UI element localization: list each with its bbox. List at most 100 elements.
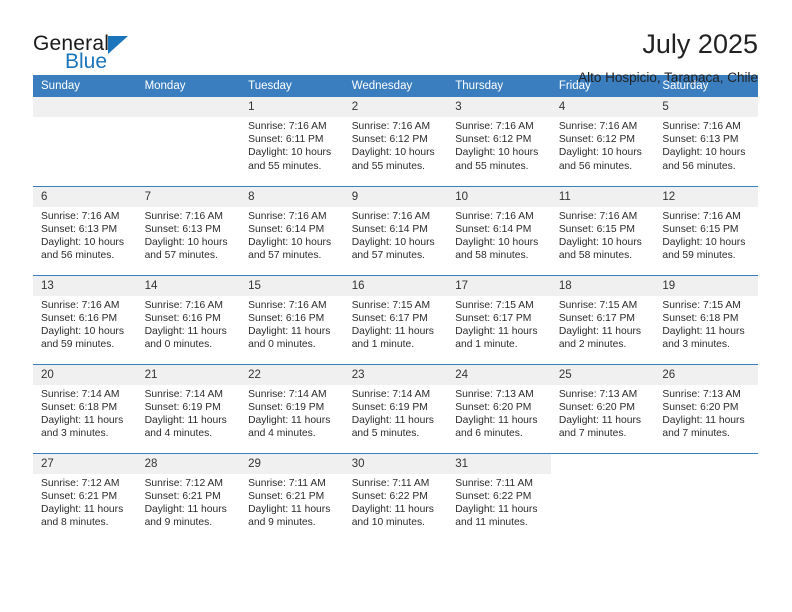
calendar-wrapper: Sunday Monday Tuesday Wednesday Thursday… <box>0 75 792 542</box>
sunset-text: Sunset: 6:21 PM <box>248 490 325 502</box>
daylight-text: Daylight: 11 hours <box>662 414 745 426</box>
sunrise-text: Sunrise: 7:13 AM <box>455 388 534 400</box>
sunrise-text: Sunrise: 7:16 AM <box>351 121 431 132</box>
sunrise-text: Sunrise: 7:16 AM <box>455 210 534 222</box>
daylight-text: Daylight: 11 hours <box>662 325 745 337</box>
sunset-text: Sunset: 6:22 PM <box>351 490 428 502</box>
weekday-header-tuesday: Tuesday <box>240 75 344 97</box>
daylight-text: and 6 minutes. <box>455 428 523 440</box>
sunrise-text: Sunrise: 7:11 AM <box>351 477 430 489</box>
brand-logo: General Blue <box>33 28 213 72</box>
calendar-day-cell[interactable]: 21 Sunrise: 7:14 AM Sunset: 6:19 PM Dayligh… <box>136 363 241 453</box>
calendar-day-cell[interactable]: 29 Sunrise: 7:11 AM Sunset: 6:21 PM Dayligh… <box>240 452 344 542</box>
sunset-text: Sunset: 6:18 PM <box>41 401 118 413</box>
calendar-day-cell[interactable]: 20 Sunrise: 7:14 AM Sunset: 6:18 PM Dayligh… <box>33 363 137 453</box>
calendar-day-cell[interactable]: 14 Sunrise: 7:16 AM Sunset: 6:16 PM Dayligh… <box>136 274 241 364</box>
sunset-text: Sunset: 6:16 PM <box>41 312 118 324</box>
day-number: 3 <box>447 97 551 117</box>
calendar-day-cell[interactable]: 11 Sunrise: 7:16 AM Sunset: 6:15 PM Dayligh… <box>550 185 655 275</box>
calendar-day-cell-empty <box>136 97 241 186</box>
day-number: 5 <box>654 97 758 117</box>
day-number: 30 <box>343 453 448 474</box>
sunrise-text: Sunrise: 7:14 AM <box>41 388 120 400</box>
day-details: Sunrise: 7:14 AM Sunset: 6:19 PM Daylight:… <box>240 385 344 441</box>
calendar-day-cell[interactable]: 23 Sunrise: 7:14 AM Sunset: 6:19 PM Dayligh… <box>343 363 448 453</box>
calendar-day-cell[interactable]: 31 Sunrise: 7:11 AM Sunset: 6:22 PM Dayligh… <box>447 452 551 542</box>
sunrise-text: Sunrise: 7:16 AM <box>144 210 223 222</box>
daylight-text: Daylight: 11 hours <box>41 414 124 426</box>
calendar-day-cell[interactable]: 22 Sunrise: 7:14 AM Sunset: 6:19 PM Dayligh… <box>240 363 344 453</box>
daylight-text: Daylight: 10 hours <box>248 236 332 248</box>
day-number: 10 <box>447 186 551 207</box>
calendar-day-cell[interactable]: 19 Sunrise: 7:15 AM Sunset: 6:18 PM Dayligh… <box>654 274 758 364</box>
sunset-text: Sunset: 6:14 PM <box>351 223 428 235</box>
calendar-day-cell[interactable]: 25 Sunrise: 7:13 AM Sunset: 6:20 PM Dayligh… <box>550 363 655 453</box>
day-details: Sunrise: 7:15 AM Sunset: 6:17 PM Daylight:… <box>551 296 655 352</box>
calendar-day-cell[interactable]: 7 Sunrise: 7:16 AM Sunset: 6:13 PM Daylight… <box>136 185 241 275</box>
sunset-text: Sunset: 6:19 PM <box>144 401 221 413</box>
calendar-week-row: 20 Sunrise: 7:14 AM Sunset: 6:18 PM Dayligh… <box>33 363 758 453</box>
calendar-day-cell[interactable]: 4 Sunrise: 7:16 AM Sunset: 6:12 PM Daylight… <box>550 97 655 186</box>
calendar-week-row: 27 Sunrise: 7:12 AM Sunset: 6:21 PM Dayligh… <box>33 452 758 542</box>
triangle-icon <box>108 36 129 54</box>
day-number: 11 <box>550 186 655 207</box>
day-number: 24 <box>447 364 551 385</box>
day-number: 19 <box>654 275 758 296</box>
sunset-text: Sunset: 6:14 PM <box>248 223 325 235</box>
sunrise-text: Sunrise: 7:16 AM <box>248 121 327 132</box>
calendar-day-cell[interactable]: 13 Sunrise: 7:16 AM Sunset: 6:16 PM Dayligh… <box>33 274 137 364</box>
calendar-day-cell[interactable]: 18 Sunrise: 7:15 AM Sunset: 6:17 PM Dayligh… <box>550 274 655 364</box>
page-title: July 2025 <box>642 29 758 59</box>
calendar-day-cell[interactable]: 1 Sunrise: 7:16 AM Sunset: 6:11 PM Daylight… <box>240 97 344 186</box>
daylight-text: Daylight: 10 hours <box>455 236 539 248</box>
day-details: Sunrise: 7:12 AM Sunset: 6:21 PM Daylight:… <box>33 474 137 530</box>
daylight-text: Daylight: 10 hours <box>455 147 539 159</box>
calendar-day-cell[interactable]: 10 Sunrise: 7:16 AM Sunset: 6:14 PM Dayligh… <box>447 185 551 275</box>
day-number: 1 <box>240 97 344 117</box>
calendar-day-cell[interactable]: 6 Sunrise: 7:16 AM Sunset: 6:13 PM Daylight… <box>33 185 137 275</box>
day-number <box>33 97 137 117</box>
calendar-body: 1 Sunrise: 7:16 AM Sunset: 6:11 PM Daylight… <box>33 97 758 542</box>
day-number: 16 <box>343 275 448 296</box>
calendar-week-row: 6 Sunrise: 7:16 AM Sunset: 6:13 PM Daylight… <box>33 185 758 275</box>
calendar-day-cell[interactable]: 27 Sunrise: 7:12 AM Sunset: 6:21 PM Dayligh… <box>33 452 137 542</box>
day-details: Sunrise: 7:14 AM Sunset: 6:19 PM Daylight:… <box>344 385 448 441</box>
calendar-day-cell[interactable]: 9 Sunrise: 7:16 AM Sunset: 6:14 PM Daylight… <box>343 185 448 275</box>
calendar-week-row: 13 Sunrise: 7:16 AM Sunset: 6:16 PM Dayligh… <box>33 274 758 364</box>
sunset-text: Sunset: 6:18 PM <box>662 312 739 324</box>
calendar-day-cell[interactable]: 8 Sunrise: 7:16 AM Sunset: 6:14 PM Daylight… <box>240 185 344 275</box>
calendar-day-cell[interactable]: 28 Sunrise: 7:12 AM Sunset: 6:21 PM Dayligh… <box>136 452 241 542</box>
day-number <box>550 453 655 474</box>
sunset-text: Sunset: 6:21 PM <box>41 490 118 502</box>
sunset-text: Sunset: 6:12 PM <box>351 134 428 146</box>
daylight-text: Daylight: 11 hours <box>455 325 538 337</box>
calendar-day-cell[interactable]: 16 Sunrise: 7:15 AM Sunset: 6:17 PM Dayligh… <box>343 274 448 364</box>
calendar-day-cell[interactable]: 24 Sunrise: 7:13 AM Sunset: 6:20 PM Dayligh… <box>447 363 551 453</box>
calendar-day-cell[interactable]: 12 Sunrise: 7:16 AM Sunset: 6:15 PM Dayligh… <box>654 185 758 275</box>
calendar-day-cell[interactable]: 3 Sunrise: 7:16 AM Sunset: 6:12 PM Daylight… <box>447 97 551 186</box>
sunset-text: Sunset: 6:11 PM <box>248 134 324 146</box>
sunset-text: Sunset: 6:16 PM <box>144 312 221 324</box>
calendar-day-cell-empty <box>550 452 655 542</box>
calendar-day-cell[interactable]: 30 Sunrise: 7:11 AM Sunset: 6:22 PM Dayligh… <box>343 452 448 542</box>
calendar-day-cell[interactable]: 17 Sunrise: 7:15 AM Sunset: 6:17 PM Dayligh… <box>447 274 551 364</box>
sunset-text: Sunset: 6:16 PM <box>248 312 325 324</box>
calendar-day-cell[interactable]: 5 Sunrise: 7:16 AM Sunset: 6:13 PM Daylight… <box>654 97 758 186</box>
calendar-day-cell-empty <box>654 452 758 542</box>
calendar-day-cell[interactable]: 26 Sunrise: 7:13 AM Sunset: 6:20 PM Dayligh… <box>654 363 758 453</box>
brand-name-bottom: Blue <box>65 50 108 73</box>
daylight-text: Daylight: 11 hours <box>248 414 331 426</box>
calendar-day-cell[interactable]: 15 Sunrise: 7:16 AM Sunset: 6:16 PM Dayligh… <box>240 274 344 364</box>
daylight-text: and 4 minutes. <box>248 428 316 440</box>
daylight-text: and 55 minutes. <box>248 160 322 172</box>
sunrise-text: Sunrise: 7:15 AM <box>558 299 638 311</box>
daylight-text: and 58 minutes. <box>455 250 529 262</box>
daylight-text: Daylight: 10 hours <box>662 147 746 159</box>
day-number: 9 <box>343 186 448 207</box>
daylight-text: and 57 minutes. <box>351 250 425 262</box>
sunset-text: Sunset: 6:20 PM <box>558 401 635 413</box>
sunrise-text: Sunrise: 7:16 AM <box>351 210 431 222</box>
day-number <box>654 453 758 474</box>
calendar-day-cell[interactable]: 2 Sunrise: 7:16 AM Sunset: 6:12 PM Daylight… <box>343 97 448 186</box>
sunrise-text: Sunrise: 7:16 AM <box>248 210 327 222</box>
